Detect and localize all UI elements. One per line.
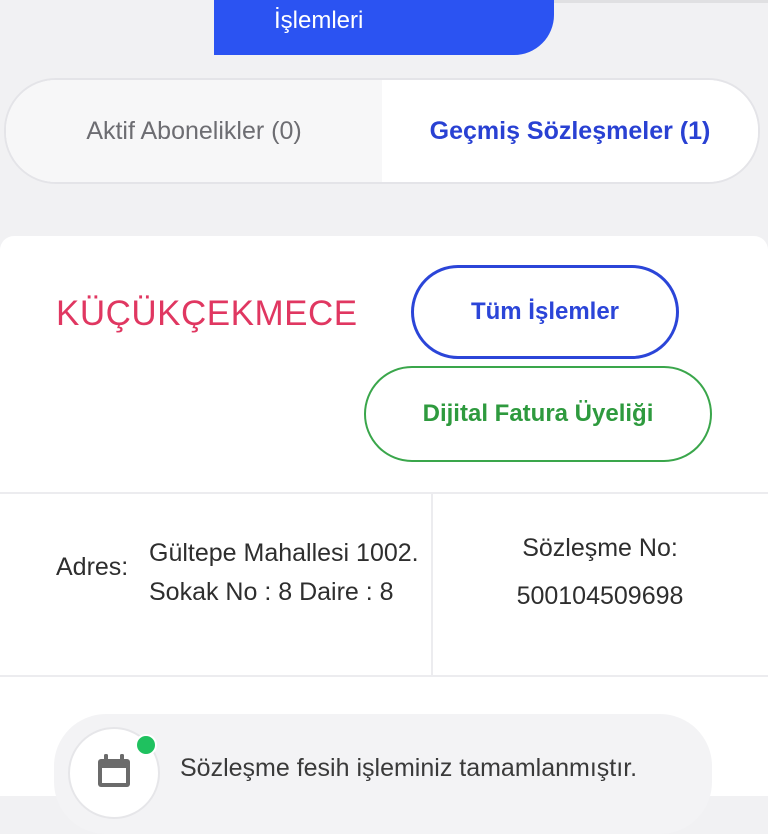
card-divider-bottom: [0, 675, 768, 677]
top-tab[interactable]: İşlemleri: [214, 0, 554, 55]
digital-invoice-button[interactable]: Dijital Fatura Üyeliği: [364, 366, 712, 462]
address-line-2: Sokak No : 8 Daire : 8: [149, 578, 394, 606]
address-label: Adres:: [56, 553, 129, 581]
district-title: KÜÇÜKÇEKMECE: [56, 294, 358, 333]
address-value: Gültepe Mahallesi 1002. Sokak No : 8 Dai…: [149, 534, 419, 612]
status-indicator-dot: [135, 734, 157, 756]
top-tab-label: İşlemleri: [274, 7, 364, 34]
card-divider: [0, 492, 768, 494]
all-operations-button[interactable]: Tüm İşlemler: [411, 265, 679, 359]
tab-active-subscriptions[interactable]: Aktif Abonelikler (0): [6, 80, 382, 182]
tab-past-contracts[interactable]: Geçmiş Sözleşmeler (1): [382, 80, 758, 182]
address-line-1: Gültepe Mahallesi 1002.: [149, 539, 419, 567]
top-divider: [554, 0, 768, 3]
calendar-icon: [98, 754, 130, 787]
contract-number-label: Sözleşme No:: [522, 534, 678, 562]
contract-number-value: 500104509698: [516, 582, 684, 610]
notice-text: Sözleşme fesih işleminiz tamamlanmıştır.: [180, 754, 638, 782]
subscription-tabs: Aktif Abonelikler (0) Geçmiş Sözleşmeler…: [4, 78, 760, 184]
